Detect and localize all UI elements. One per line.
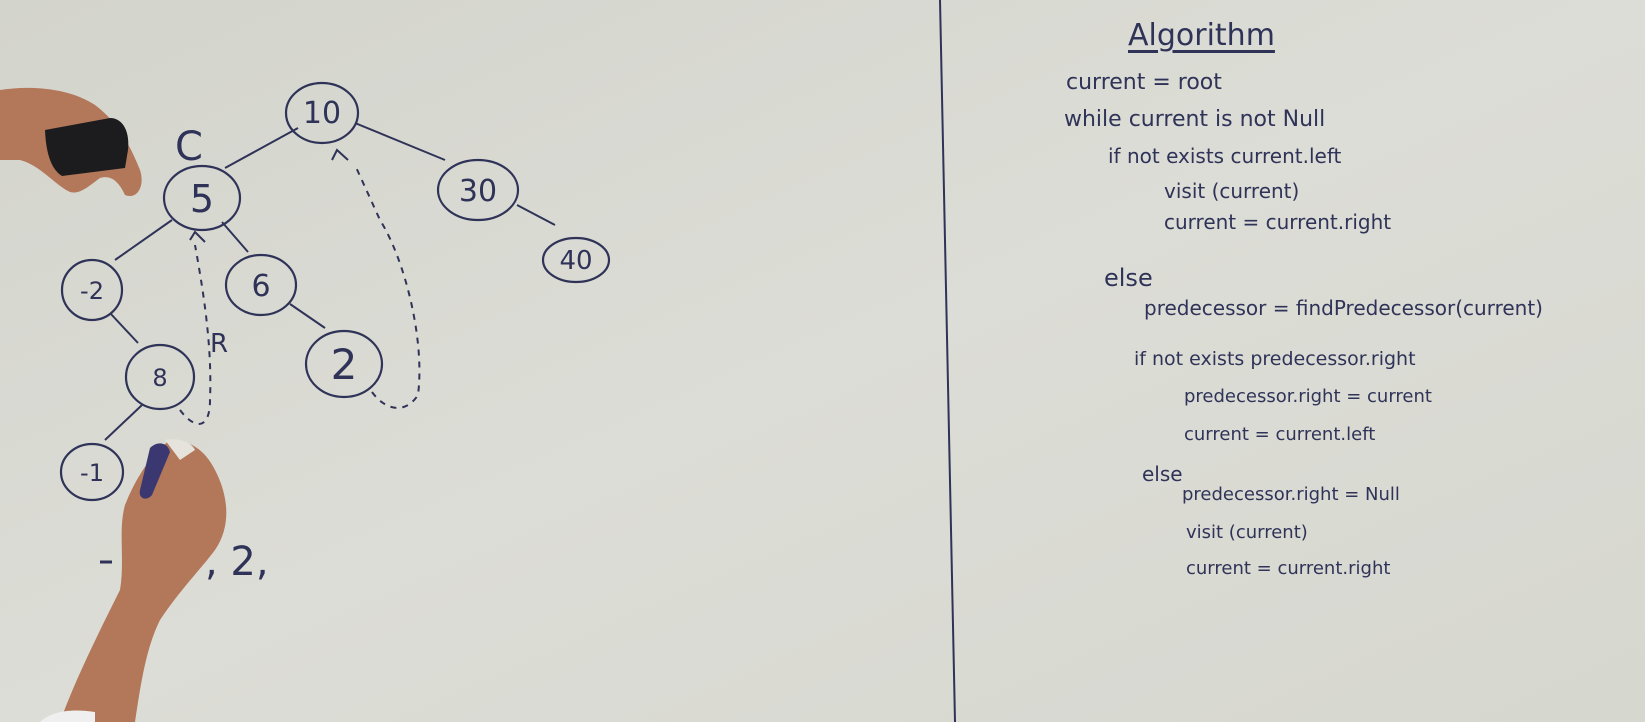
node-label-neg2: -2 (80, 277, 104, 305)
code-line-12: predecessor.right = Null (1182, 484, 1400, 505)
node-label-neg1: -1 (80, 459, 104, 487)
node-label-6: 6 (251, 269, 270, 304)
right-thread-marker: R (210, 329, 228, 359)
code-line-14: current = current.right (1186, 558, 1391, 579)
node-label-8: 2 (331, 340, 358, 389)
code-line-7: predecessor = findPredecessor(current) (1144, 296, 1543, 320)
code-line-6: else (1104, 264, 1153, 292)
code-line-3: if not exists current.left (1108, 144, 1342, 168)
code-line-13: visit (current) (1186, 522, 1308, 543)
node-label-30: 30 (459, 174, 497, 209)
node-label-10: 10 (303, 96, 341, 131)
current-marker: C (175, 124, 203, 170)
code-line-2: while current is not Null (1064, 107, 1326, 132)
code-line-4: visit (current) (1164, 179, 1300, 203)
code-line-1: current = root (1066, 70, 1222, 95)
code-line-10: current = current.left (1184, 424, 1376, 445)
code-line-11: else (1142, 462, 1183, 486)
node-label-2: 8 (152, 364, 167, 392)
algorithm-title: Algorithm (1128, 18, 1275, 53)
node-label-40: 40 (559, 246, 592, 276)
node-label-5: 5 (190, 177, 214, 221)
code-line-9: predecessor.right = current (1184, 386, 1432, 407)
code-line-8: if not exists predecessor.right (1134, 348, 1416, 370)
code-line-5: current = current.right (1164, 210, 1392, 234)
